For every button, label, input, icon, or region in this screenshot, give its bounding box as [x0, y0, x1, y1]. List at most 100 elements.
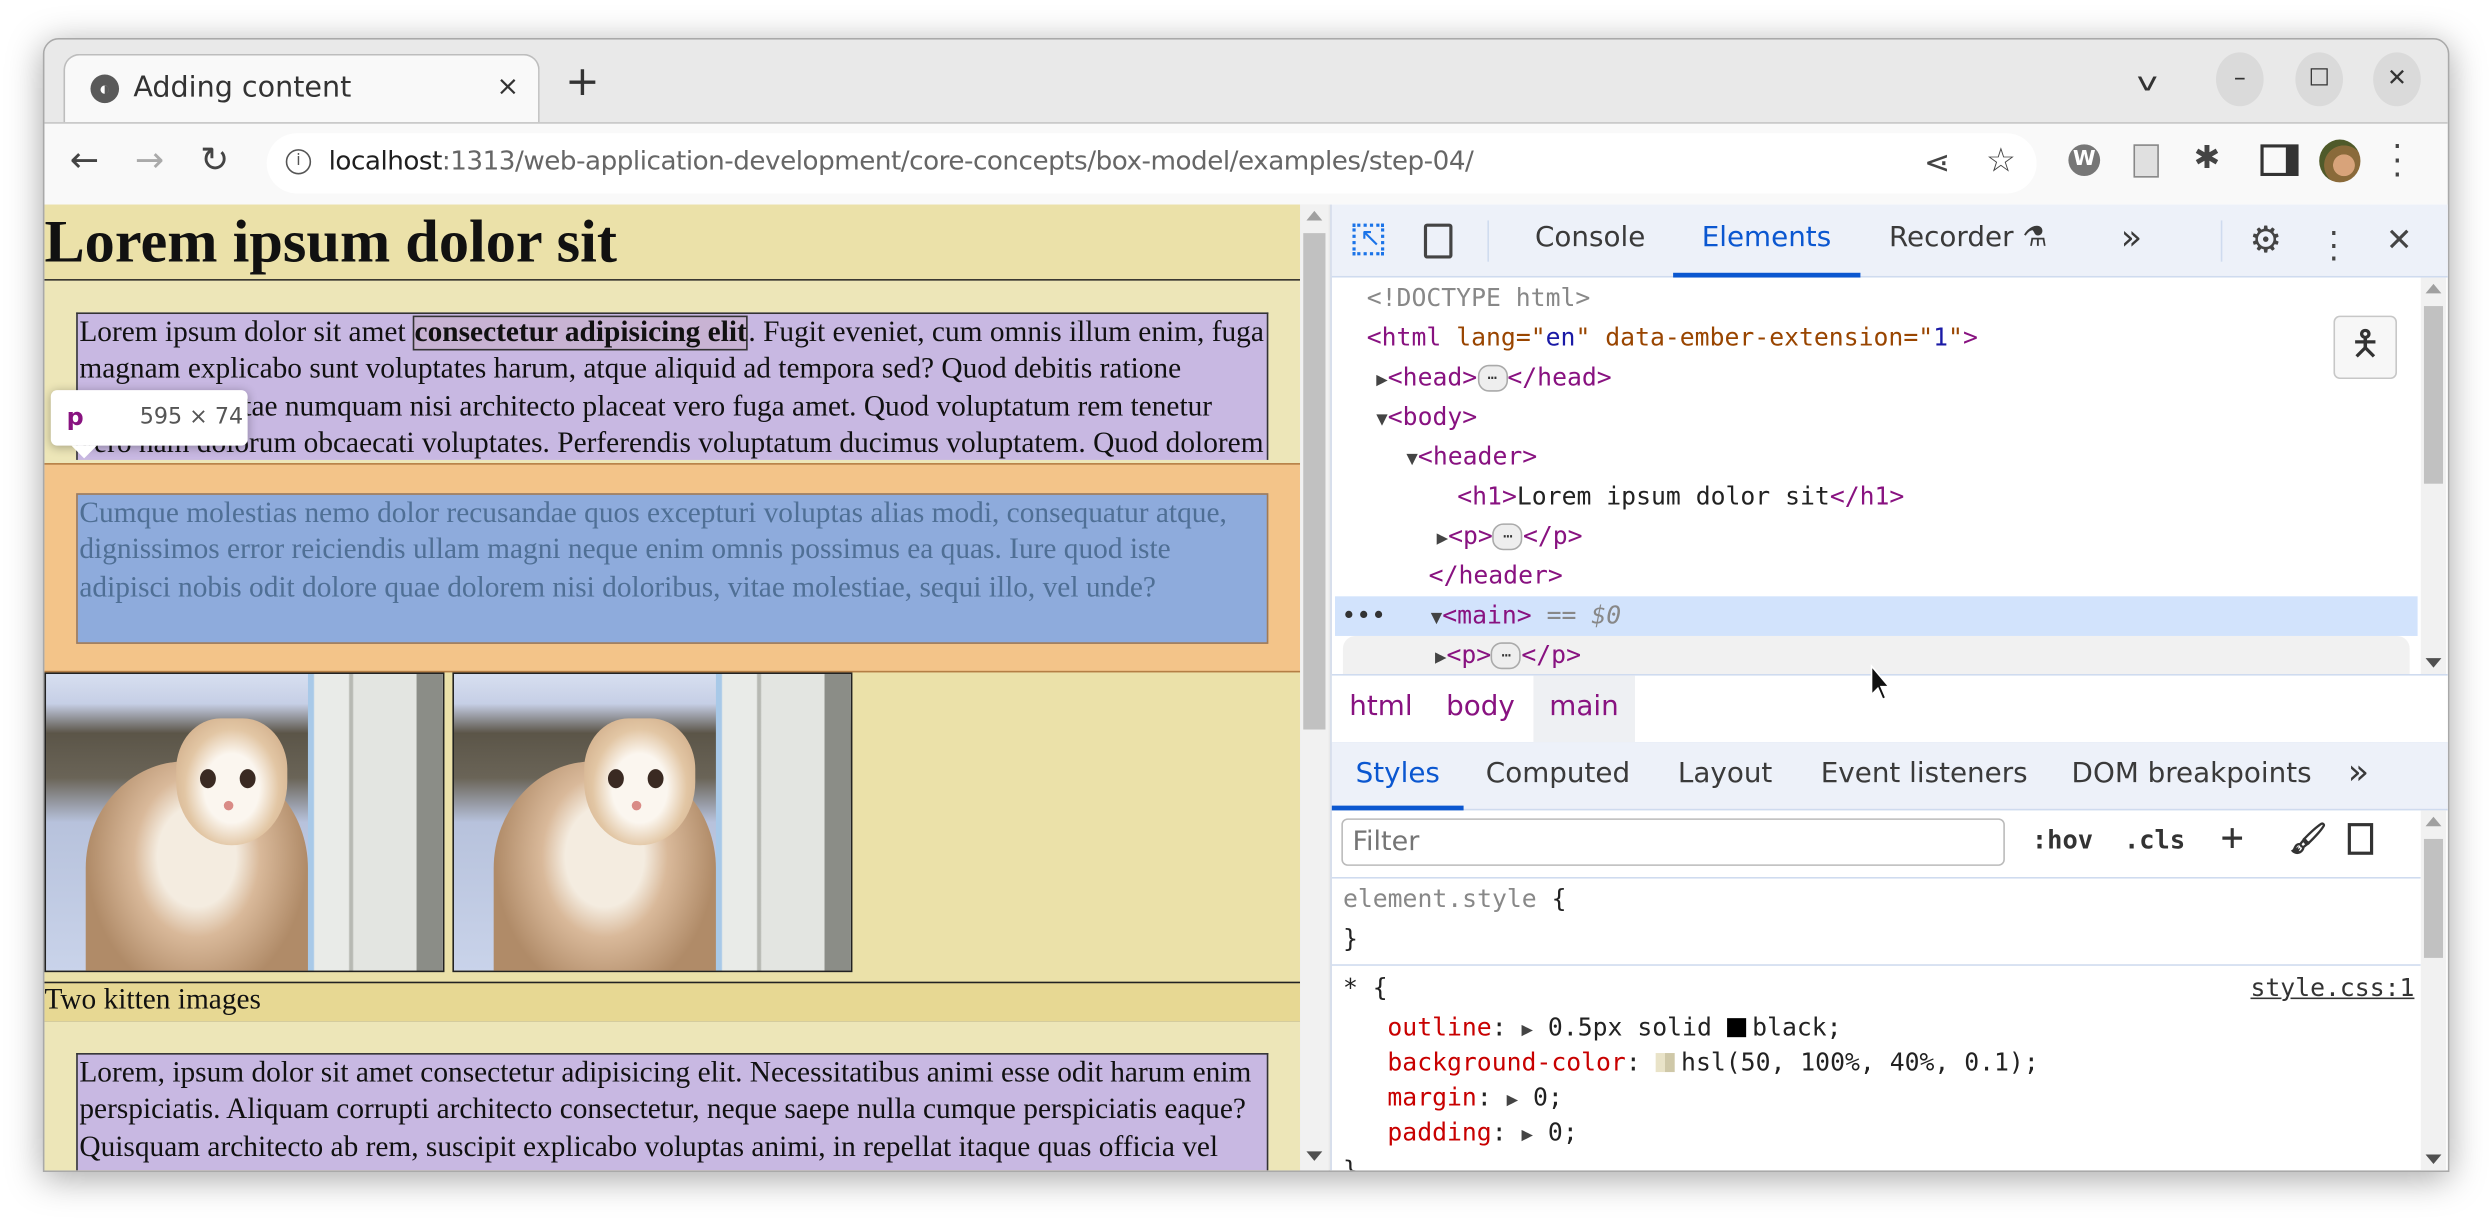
scrollbar-thumb[interactable] — [2423, 838, 2444, 958]
class-toggle[interactable]: .cls — [2124, 825, 2185, 855]
dom-node-header-close[interactable]: </header> — [1429, 557, 1563, 597]
collapse-triangle-icon[interactable]: ▼ — [1406, 447, 1417, 469]
styles-filter-input[interactable] — [1341, 818, 2005, 866]
wappalyzer-extension-icon[interactable]: W — [2068, 144, 2101, 177]
tab-styles[interactable]: Styles — [1331, 742, 1464, 811]
dom-node-html[interactable]: <html lang="en" data-ember-extension="1"… — [1367, 319, 1978, 359]
close-window-button[interactable]: ✕ — [2373, 52, 2421, 107]
dom-doctype[interactable]: <!DOCTYPE html> — [1367, 279, 1591, 319]
paint-brush-icon[interactable]: 🖌 — [2289, 820, 2327, 856]
expand-triangle-icon[interactable]: ▶ — [1522, 1018, 1533, 1040]
hover-state-toggle[interactable]: :hov — [2032, 825, 2093, 855]
collapse-triangle-icon[interactable]: ▼ — [1431, 606, 1442, 628]
tab-computed[interactable]: Computed — [1486, 742, 1630, 805]
share-icon[interactable]: ⋖ — [1924, 143, 1951, 183]
expand-triangle-icon[interactable]: ▶ — [1522, 1123, 1533, 1145]
tab-recorder-label: Recorder — [1889, 222, 2014, 254]
dom-tree: <!DOCTYPE html> <html lang="en" data-emb… — [1332, 278, 2421, 675]
tab-elements[interactable]: Elements — [1673, 205, 1860, 278]
scroll-down-arrow-icon[interactable] — [2425, 658, 2442, 668]
breadcrumb-body[interactable]: body — [1430, 676, 1530, 743]
strong-text: consectetur adipisicing elit — [412, 315, 749, 351]
inspect-element-icon[interactable]: ↖ — [1352, 223, 1385, 256]
declaration-padding[interactable]: padding: ▶ 0; — [1387, 1115, 1577, 1150]
scroll-down-arrow-icon[interactable] — [1306, 1151, 1323, 1161]
browser-tab[interactable]: ◐ Adding content × — [63, 53, 540, 124]
tab-console[interactable]: Console — [1535, 205, 1645, 273]
new-style-rule-button[interactable]: + — [2221, 815, 2244, 859]
declaration-background-color[interactable]: background-color: hsl(50, 100%, 40%, 0.1… — [1387, 1045, 2038, 1080]
color-swatch[interactable] — [1655, 1053, 1675, 1073]
ellipsis-icon[interactable]: … — [1477, 364, 1508, 392]
dom-node-p[interactable]: ▶<p>… </p> — [1437, 517, 1583, 557]
close-devtools-icon[interactable]: ✕ — [2386, 220, 2413, 258]
scroll-up-arrow-icon[interactable] — [2425, 283, 2442, 294]
divider — [1331, 964, 2421, 966]
paragraph-3: Lorem, ipsum dolor sit amet consectetur … — [76, 1053, 1269, 1171]
head-tag-name: head — [1402, 363, 1463, 392]
tab-search-chevron-icon[interactable]: v — [2137, 67, 2158, 97]
dom-node-main-selected[interactable]: ••• ▼<main> == $0 — [1335, 596, 2418, 636]
dom-node-h1[interactable]: <h1>Lorem ipsum dolor sit</h1> — [1457, 477, 1904, 517]
breadcrumb-main[interactable]: main — [1533, 675, 1635, 743]
tab-layout[interactable]: Layout — [1678, 742, 1772, 805]
ellipsis-icon[interactable]: … — [1491, 642, 1522, 670]
expand-triangle-icon[interactable]: ▶ — [1507, 1088, 1518, 1110]
declaration-outline[interactable]: outline: ▶ 0.5px solid black; — [1387, 1010, 1841, 1045]
stylesheet-link[interactable]: style.css:1 — [2250, 971, 2414, 1006]
maximize-button[interactable]: ☐ — [2295, 52, 2344, 107]
p-tag-close: p — [1552, 521, 1568, 551]
dom-node-head[interactable]: ▶<head>… </head> — [1376, 358, 1612, 398]
site-info-icon[interactable]: i — [285, 149, 312, 175]
address-bar[interactable]: i localhost:1313/web-application-develop… — [266, 133, 2037, 194]
tab-dom-breakpoints[interactable]: DOM breakpoints — [2072, 742, 2312, 805]
attr-name: lang — [1456, 323, 1516, 353]
declaration-margin[interactable]: margin: ▶ 0; — [1387, 1080, 1562, 1115]
rule-element-style[interactable]: element.style { — [1343, 882, 1567, 917]
minimize-button[interactable]: – — [2216, 52, 2264, 107]
side-panel-icon[interactable] — [2260, 144, 2299, 177]
new-tab-button[interactable]: + — [565, 60, 600, 104]
main-tag-name: main — [1457, 601, 1517, 630]
extensions-puzzle-icon[interactable]: ✱ — [2194, 138, 2221, 178]
settings-gear-icon[interactable]: ⚙ — [2249, 220, 2282, 261]
scroll-up-arrow-icon[interactable] — [2425, 816, 2442, 827]
dom-node-body[interactable]: ▼<body> — [1376, 398, 1477, 438]
collapse-triangle-icon[interactable]: ▼ — [1376, 408, 1387, 430]
ellipsis-icon[interactable]: … — [1492, 523, 1523, 551]
tab-recorder[interactable]: Recorder ⚗ — [1889, 205, 2047, 273]
scroll-down-arrow-icon[interactable] — [2425, 1154, 2442, 1165]
profile-avatar[interactable] — [2319, 139, 2361, 183]
bookmark-star-icon[interactable]: ☆ — [1986, 141, 2016, 181]
node-actions-ellipsis-icon[interactable]: ••• — [1335, 601, 1386, 630]
toggle-sidebar-icon[interactable] — [2347, 823, 2374, 855]
page-scrollbar[interactable] — [1300, 204, 1329, 1171]
scrollbar-thumb[interactable] — [1303, 233, 1326, 730]
devtools-menu-icon[interactable]: · · · — [2329, 217, 2339, 274]
accessibility-tree-button[interactable]: 🯅 — [2333, 315, 2397, 380]
more-tabs-button[interactable]: » — [2121, 205, 2142, 273]
dom-node-header[interactable]: ▼<header> — [1406, 438, 1537, 478]
paragraph-3-area: Lorem, ipsum dolor sit amet consectetur … — [44, 1021, 1301, 1171]
rule-universal-selector[interactable]: * { — [1343, 971, 1388, 1006]
browser-menu-icon[interactable]: · · · — [2392, 130, 2402, 190]
scrollbar-thumb[interactable] — [2423, 306, 2444, 484]
breadcrumb-html[interactable]: html — [1333, 676, 1428, 743]
close-tab-icon[interactable]: × — [496, 71, 519, 103]
attr-value: en — [1545, 323, 1576, 353]
expand-triangle-icon[interactable]: ▶ — [1376, 368, 1387, 390]
tab-event-listeners[interactable]: Event listeners — [1821, 742, 2028, 805]
color-swatch[interactable] — [1726, 1018, 1746, 1038]
reload-button[interactable]: ↻ — [200, 142, 229, 181]
expand-triangle-icon[interactable]: ▶ — [1437, 527, 1448, 549]
device-toolbar-icon[interactable] — [1423, 223, 1453, 259]
expand-triangle-icon[interactable]: ▶ — [1435, 645, 1446, 667]
forward-button[interactable]: → — [135, 142, 164, 181]
back-button[interactable]: ← — [70, 142, 99, 181]
document-extension-icon[interactable] — [2133, 144, 2159, 178]
scroll-up-arrow-icon[interactable] — [1306, 210, 1323, 221]
more-style-tabs-button[interactable]: » — [2348, 742, 2369, 805]
url-text[interactable]: localhost:1313/web-application-developme… — [329, 146, 1474, 176]
dom-tree-scrollbar[interactable] — [2420, 277, 2447, 675]
styles-scrollbar[interactable] — [2420, 810, 2447, 1171]
